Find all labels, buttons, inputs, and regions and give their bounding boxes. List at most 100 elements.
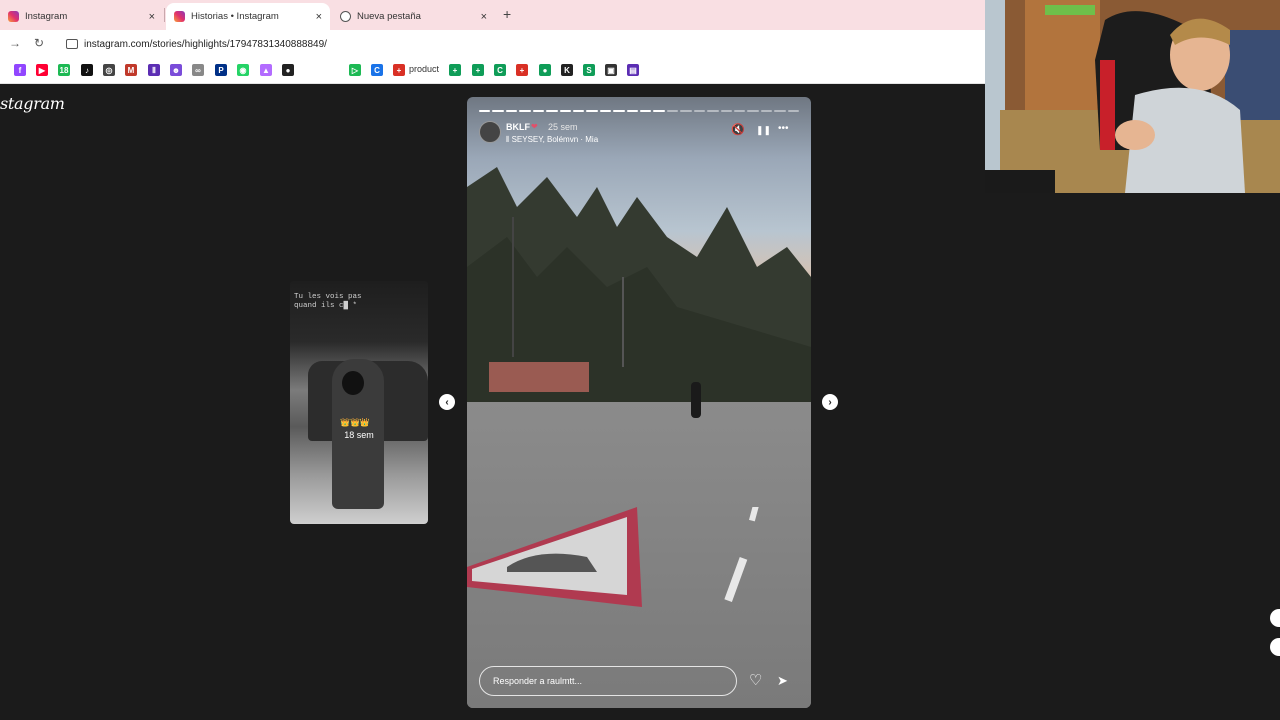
story-viewer[interactable]: BKLF ❤ 25 sem ⫴ SEYSEY, Bolémvn · Mia 🔇 … (467, 97, 811, 708)
story-caption: Tu les vois pas quand ils c█ * (294, 293, 362, 310)
reply-input[interactable]: Responder a raulmtt... (479, 666, 737, 696)
tab-title: Instagram (25, 11, 68, 22)
progress-segment (505, 110, 518, 112)
trees-scene (467, 167, 811, 417)
chevron-right-icon: › (828, 396, 832, 408)
tab-bar: Instagram × Historias • Instagram × Nuev… (0, 0, 985, 30)
bookmark-icon[interactable]: ♪ (81, 64, 93, 76)
tab-title: Historias • Instagram (191, 11, 279, 22)
bookmark-icon[interactable]: C (494, 64, 506, 76)
progress-segment (693, 110, 706, 112)
story-username[interactable]: BKLF (506, 122, 530, 132)
next-story-button[interactable]: › (822, 394, 838, 410)
progress-segment (680, 110, 692, 112)
close-tab-icon[interactable]: × (149, 11, 155, 23)
bookmark-icon[interactable]: + (472, 64, 484, 76)
bookmark-icon[interactable]: + (393, 64, 405, 76)
instagram-icon (8, 11, 19, 22)
omnibox[interactable]: instagram.com/stories/highlights/1794783… (58, 33, 985, 55)
address-bar: → ↻ instagram.com/stories/highlights/179… (0, 30, 985, 58)
progress-segment (734, 110, 746, 112)
bookmark-icon[interactable]: ▶ (36, 64, 48, 76)
bookmark-icon[interactable]: K (561, 64, 573, 76)
progress-segment (787, 110, 800, 112)
progress-segment (586, 110, 598, 112)
heart-icon[interactable]: ♡ (749, 671, 762, 689)
bookmark-icon[interactable]: S (583, 64, 595, 76)
reload-icon[interactable]: ↻ (34, 36, 44, 50)
bookmark-icon[interactable]: f (14, 64, 26, 76)
progress-segment (720, 110, 733, 112)
tab-instagram[interactable]: Instagram × (0, 3, 163, 30)
motorcycle-rider (691, 382, 701, 418)
avatar (342, 371, 364, 395)
progress-segment (599, 110, 612, 112)
progress-segment (653, 110, 665, 112)
close-tab-icon[interactable]: × (481, 11, 487, 23)
progress-segment (559, 110, 571, 112)
webcam-overlay (985, 0, 1280, 193)
bookmark-icon[interactable]: M (125, 64, 137, 76)
globe-icon (340, 11, 351, 22)
pause-icon[interactable]: ❚❚ (756, 125, 771, 136)
tab-title: Nueva pestaña (357, 11, 421, 22)
progress-segment (707, 110, 719, 112)
progress-segment (532, 110, 545, 112)
bookmark-icon[interactable]: C (371, 64, 383, 76)
bookmark-icon[interactable]: ● (304, 64, 316, 76)
bookmark-icon[interactable]: ◉ (237, 64, 249, 76)
bookmark-icon[interactable]: ▲ (260, 64, 272, 76)
site-info-icon[interactable] (66, 39, 78, 49)
crown-emojis: 👑👑👑 (340, 418, 370, 427)
tab-historias[interactable]: Historias • Instagram × (166, 3, 330, 30)
bookmark-icon[interactable]: ∞ (192, 64, 204, 76)
webcam-image (985, 0, 1280, 193)
progress-segment (613, 110, 625, 112)
story-progress-bar (479, 110, 800, 112)
bookmark-icon[interactable]: ▷ (349, 64, 361, 76)
bookmark-icon[interactable]: 18 (58, 64, 70, 76)
heart-badge-icon: ❤ (531, 122, 538, 131)
mute-icon[interactable]: 🔇 (731, 123, 745, 136)
forward-icon[interactable]: → (9, 36, 21, 50)
bookmark-icon[interactable]: ◎ (103, 64, 115, 76)
bookmarks-bar: product f ▶ 18 ♪ ◎ M Ⅱ ☻ ∞ P ◉ ▲ ● ● ▷ C + + + C + ● K S ▣ ▤ (0, 58, 985, 84)
previous-story-preview[interactable]: Tu les vois pas quand ils c█ * 👑👑👑 18 se… (290, 281, 428, 524)
bookmark-icon[interactable]: ▣ (605, 64, 617, 76)
progress-segment (747, 110, 759, 112)
story-age: 25 sem (548, 122, 578, 132)
bookmark-icon[interactable]: + (449, 64, 461, 76)
story-age: 18 sem (344, 430, 374, 440)
bookmark-icon[interactable]: ▤ (627, 64, 639, 76)
more-options-icon[interactable]: ••• (778, 123, 789, 134)
previous-story-button[interactable]: ‹ (439, 394, 455, 410)
chevron-left-icon: ‹ (445, 396, 449, 408)
story-header: BKLF ❤ 25 sem ⫴ SEYSEY, Bolémvn · Mia 🔇 … (479, 121, 799, 147)
close-tab-icon[interactable]: × (316, 11, 322, 23)
url-text[interactable]: instagram.com/stories/highlights/1794783… (84, 39, 327, 50)
bookmark-icon[interactable]: ● (282, 64, 294, 76)
progress-segment (519, 110, 531, 112)
new-tab-button[interactable]: + (503, 6, 511, 22)
bookmark-icon[interactable]: Ⅱ (148, 64, 160, 76)
bookmark-product[interactable]: product (409, 64, 439, 74)
bookmark-icon[interactable]: ● (539, 64, 551, 76)
progress-segment (760, 110, 773, 112)
avatar[interactable] (479, 121, 501, 143)
bookmark-icon[interactable]: P (215, 64, 227, 76)
bookmark-icon[interactable]: + (516, 64, 528, 76)
instagram-logo[interactable]: stagram (0, 94, 65, 113)
progress-segment (774, 110, 786, 112)
progress-segment (640, 110, 652, 112)
bookmark-icon[interactable]: ☻ (170, 64, 182, 76)
tab-separator (164, 8, 165, 22)
progress-segment (572, 110, 585, 112)
instagram-icon (174, 11, 185, 22)
progress-segment (626, 110, 639, 112)
progress-segment (492, 110, 504, 112)
story-music[interactable]: ⫴ SEYSEY, Bolémvn · Mia (506, 135, 598, 145)
tab-nueva-pestana[interactable]: Nueva pestaña × (332, 3, 495, 30)
send-icon[interactable]: ➤ (777, 673, 788, 689)
progress-segment (666, 110, 679, 112)
progress-segment (546, 110, 558, 112)
